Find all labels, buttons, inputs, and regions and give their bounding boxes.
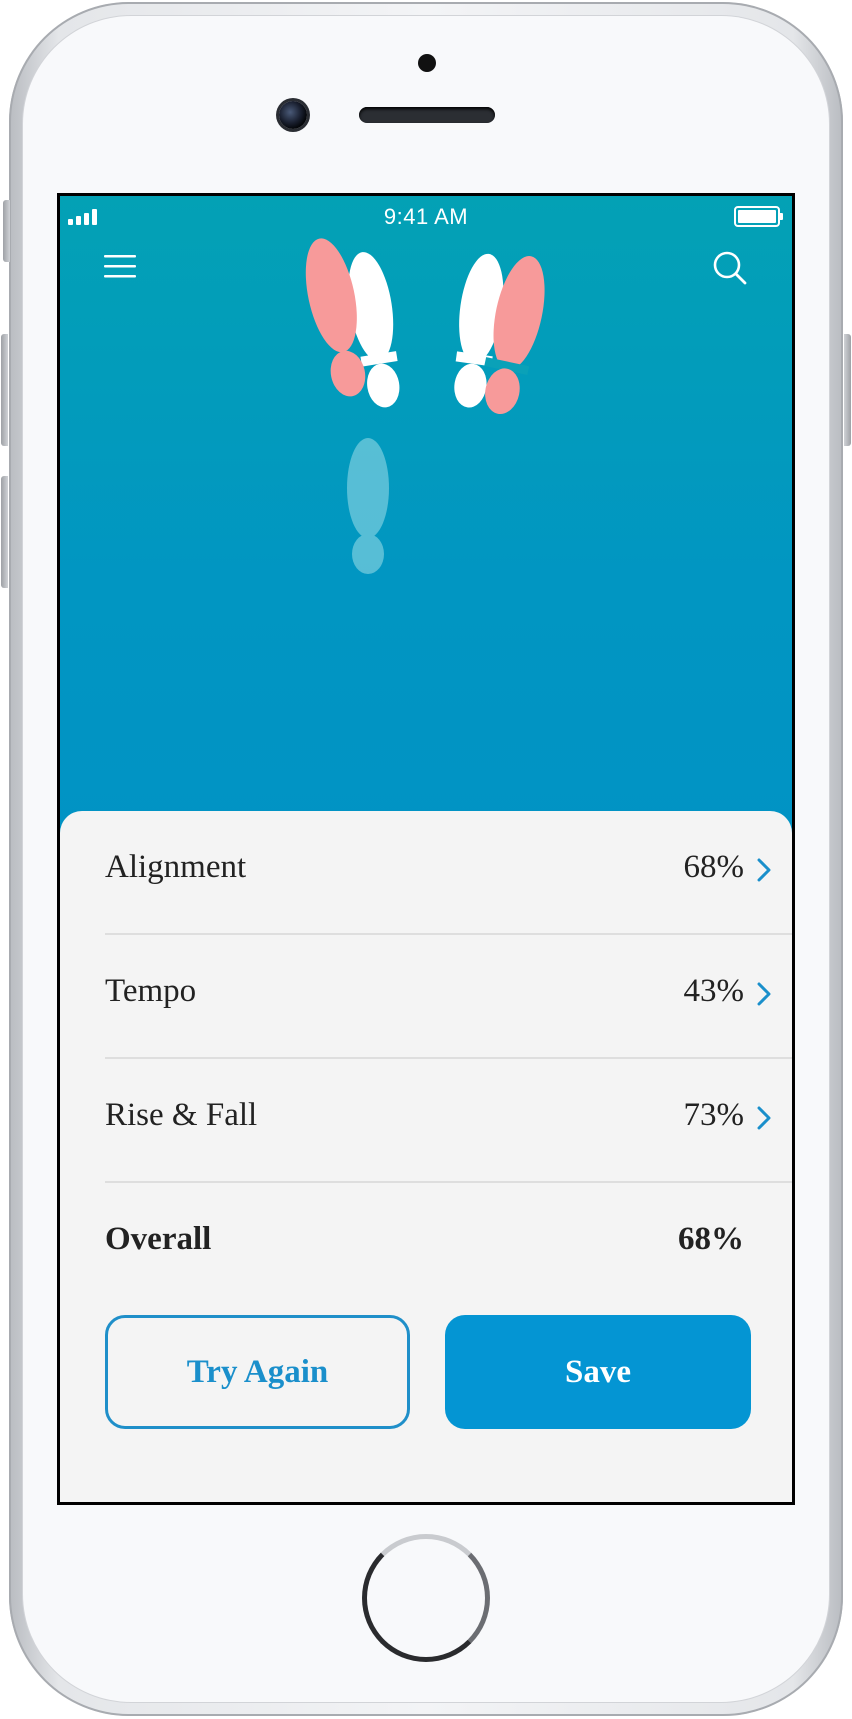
footprints-icon [305,238,545,574]
home-button[interactable] [362,1534,490,1662]
search-icon[interactable] [712,250,748,286]
power-button [844,334,851,446]
result-label: Tempo [105,973,197,1009]
save-button[interactable]: Save [445,1315,751,1429]
app-screen: 9:41 AM Alignment 68% Tempo 43% Rise & F… [57,193,795,1505]
result-label: Alignment [105,849,247,885]
battery-icon [734,206,783,227]
result-label: Rise & Fall [105,1097,258,1133]
chevron-right-icon [757,982,771,1006]
result-row-rise-fall[interactable]: Rise & Fall 73% [105,1059,792,1183]
try-again-button[interactable]: Try Again [105,1315,410,1429]
status-bar: 9:41 AM [60,196,792,232]
volume-up-button [1,334,8,446]
result-value: 68% [683,849,745,885]
volume-down-button [1,476,8,588]
result-value: 43% [683,973,745,1009]
status-time: 9:41 AM [383,204,469,229]
chevron-right-icon [757,1106,771,1130]
overall-label: Overall [105,1221,212,1257]
overall-row: Overall 68% [105,1183,792,1307]
front-camera-lens [279,101,307,129]
result-value: 73% [683,1097,745,1133]
hamburger-menu-icon[interactable] [104,254,136,278]
hero-banner: 9:41 AM [60,196,792,836]
results-panel: Alignment 68% Tempo 43% Rise & Fall 73% … [60,811,792,1502]
mute-switch [3,200,10,262]
result-row-alignment[interactable]: Alignment 68% [105,811,792,935]
chevron-right-icon [757,858,771,882]
right-footprint-pair [454,253,545,414]
result-row-tempo[interactable]: Tempo 43% [105,935,792,1059]
proximity-sensor [418,54,436,72]
earpiece-speaker [359,107,495,123]
shadow-footprint [347,438,389,574]
left-footprint-pair [305,238,400,408]
overall-value: 68% [678,1221,744,1257]
